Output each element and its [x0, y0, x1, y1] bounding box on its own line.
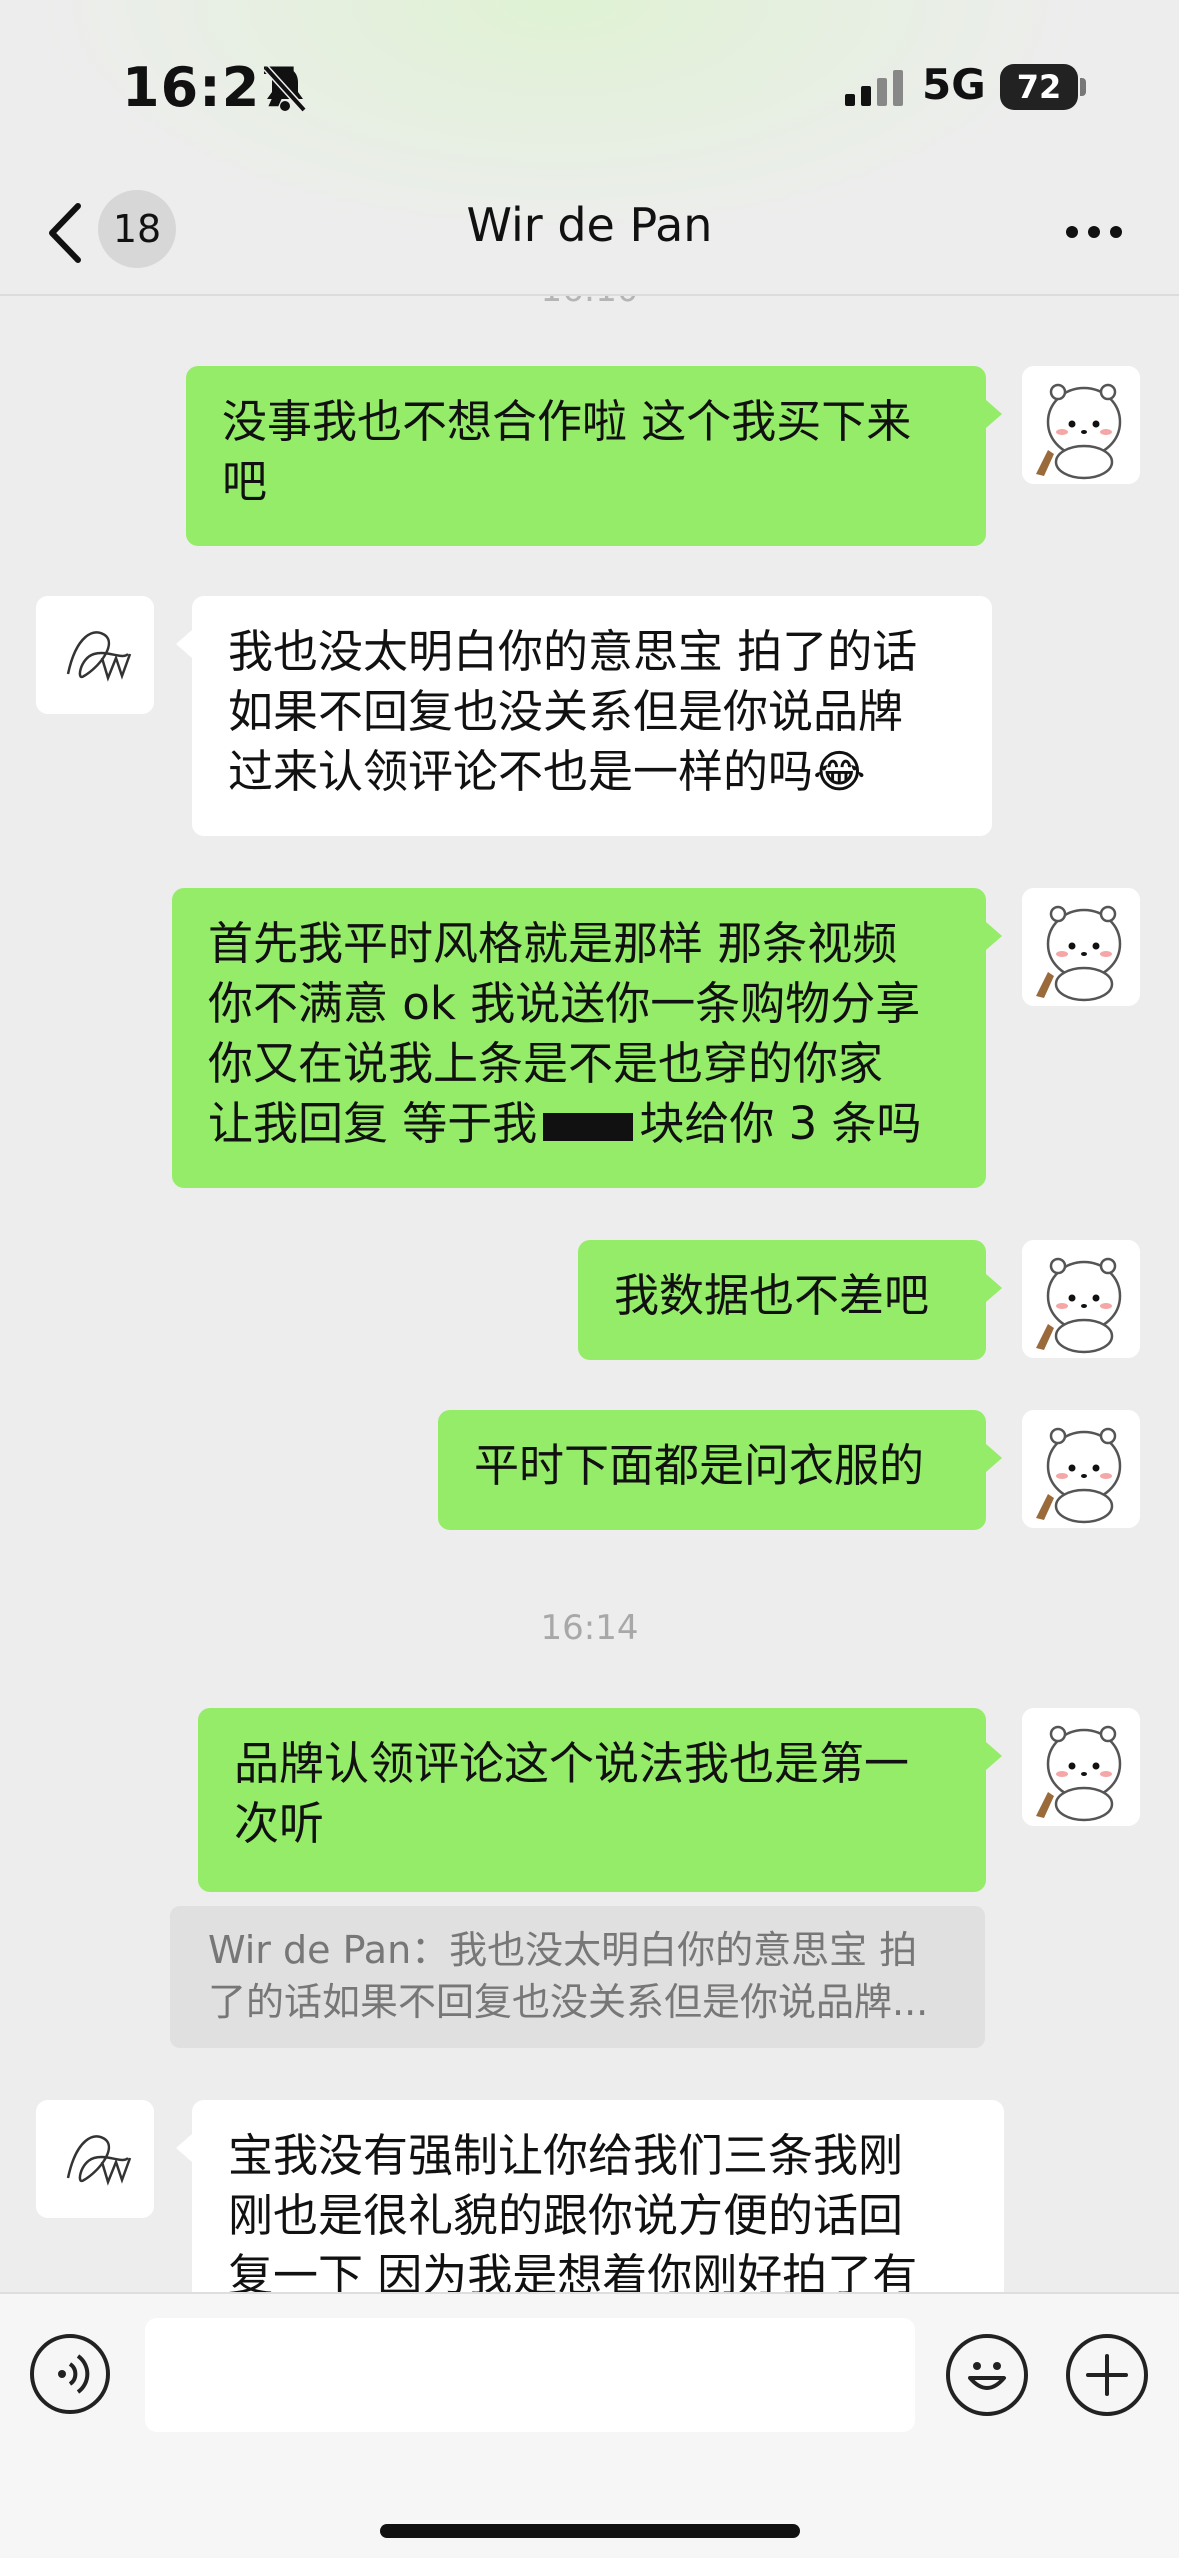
bell-muted-icon [263, 65, 307, 113]
status-bar: 16:27 5G 72 [0, 0, 1179, 170]
network-type: 5G [922, 60, 986, 109]
message-text: 宝我没有强制让你给我们三条我刚 [228, 2129, 904, 2182]
message-text-span: 过来认领评论不也是一样的吗 [228, 745, 814, 798]
battery-indicator: 72 [1000, 64, 1078, 110]
voice-input-button[interactable] [30, 2334, 110, 2414]
my-avatar[interactable] [1022, 1410, 1140, 1528]
voice-wave-icon [58, 2354, 90, 2394]
redaction-mark [543, 1113, 634, 1141]
cellular-signal-icon [845, 70, 903, 106]
message-text-span: 块给你 3 条吗 [639, 1097, 922, 1150]
message-text: 过来认领评论不也是一样的吗😂 [228, 742, 956, 802]
message-bubble-sent[interactable]: 没事我也不想合作啦 这个我买下来 吧 [186, 366, 986, 546]
message-text: 让我回复 等于我 块给你 3 条吗 [208, 1094, 950, 1154]
message-text: 次听 [234, 1797, 325, 1850]
input-bar [0, 2292, 1179, 2558]
my-avatar[interactable] [1022, 1240, 1140, 1358]
quote-text: 了的话如果不回复也没关系但是你说品牌... [208, 1980, 929, 2024]
bear-avatar-icon [1022, 1708, 1140, 1826]
message-text: 品牌认领评论这个说法我也是第一 [234, 1737, 910, 1790]
emoji-button[interactable] [946, 2334, 1028, 2416]
home-indicator[interactable] [380, 2524, 800, 2538]
message-text: 你又在说我上条是不是也穿的你家 [208, 1037, 884, 1090]
message-bubble-sent[interactable]: 品牌认领评论这个说法我也是第一 次听 [198, 1708, 986, 1892]
message-bubble-sent[interactable]: 首先我平时风格就是那样 那条视频 你不满意 ok 我说送你一条购物分享 你又在说… [172, 888, 986, 1188]
bubble-tail [986, 400, 1002, 428]
message-text: 首先我平时风格就是那样 那条视频 [208, 917, 898, 970]
quote-text: Wir de Pan：我也没太明白你的意思宝 拍 [208, 1928, 918, 1972]
timestamp: 16:14 [540, 1608, 639, 1648]
message-input[interactable] [145, 2318, 915, 2432]
message-text: 没事我也不想合作啦 这个我买下来 [222, 395, 912, 448]
bubble-tail [986, 1444, 1002, 1472]
smiley-icon [968, 2362, 1006, 2390]
bubble-tail [176, 2134, 192, 2162]
more-actions-button[interactable] [1066, 2334, 1148, 2416]
signature-logo-icon [36, 2100, 154, 2218]
bear-avatar-icon [1022, 366, 1140, 484]
timestamp: 16:10 [0, 296, 1179, 310]
message-bubble-received[interactable]: 我也没太明白你的意思宝 拍了的话 如果不回复也没关系但是你说品牌 过来认领评论不… [192, 596, 992, 836]
bubble-tail [986, 1742, 1002, 1770]
laughing-emoji-icon: 😂 [813, 745, 866, 798]
message-text: 我也没太明白你的意思宝 拍了的话 [228, 625, 918, 678]
message-text: 我数据也不差吧 [614, 1269, 930, 1322]
my-avatar[interactable] [1022, 366, 1140, 484]
contact-avatar[interactable] [36, 2100, 154, 2218]
bear-avatar-icon [1022, 888, 1140, 1006]
message-bubble-sent[interactable]: 平时下面都是问衣服的 [438, 1410, 986, 1530]
plus-icon [1086, 2354, 1128, 2396]
bear-avatar-icon [1022, 1410, 1140, 1528]
contact-avatar[interactable] [36, 596, 154, 714]
battery-tip [1080, 78, 1086, 96]
bear-avatar-icon [1022, 1240, 1140, 1358]
bubble-tail [986, 1274, 1002, 1302]
message-text-span: 让我回复 等于我 [208, 1097, 538, 1150]
message-text: 如果不回复也没关系但是你说品牌 [228, 685, 904, 738]
message-text: 吧 [222, 455, 268, 508]
message-text: 复一下 因为我是想着你刚好拍了有 [228, 2249, 918, 2292]
message-text: 刚也是很礼貌的跟你说方便的话回 [228, 2189, 904, 2242]
chat-header: 18 Wir de Pan [0, 170, 1179, 296]
bubble-tail [986, 922, 1002, 950]
more-icon[interactable] [1064, 222, 1124, 242]
chat-title: Wir de Pan [466, 198, 713, 252]
message-text: 你不满意 ok 我说送你一条购物分享 [208, 977, 921, 1030]
my-avatar[interactable] [1022, 888, 1140, 1006]
quoted-reply[interactable]: Wir de Pan：我也没太明白你的意思宝 拍 了的话如果不回复也没关系但是你… [170, 1906, 985, 2048]
my-avatar[interactable] [1022, 1708, 1140, 1826]
message-bubble-sent[interactable]: 我数据也不差吧 [578, 1240, 986, 1360]
signature-logo-icon [36, 596, 154, 714]
bubble-tail [176, 630, 192, 658]
message-bubble-received[interactable]: 宝我没有强制让你给我们三条我刚 刚也是很礼貌的跟你说方便的话回 复一下 因为我是… [192, 2100, 1004, 2292]
message-list[interactable]: 16:10 没事我也不想合作啦 这个我买下来 吧 我也没太明白你的意思宝 拍了的… [0, 296, 1179, 2292]
message-text: 平时下面都是问衣服的 [474, 1439, 925, 1492]
